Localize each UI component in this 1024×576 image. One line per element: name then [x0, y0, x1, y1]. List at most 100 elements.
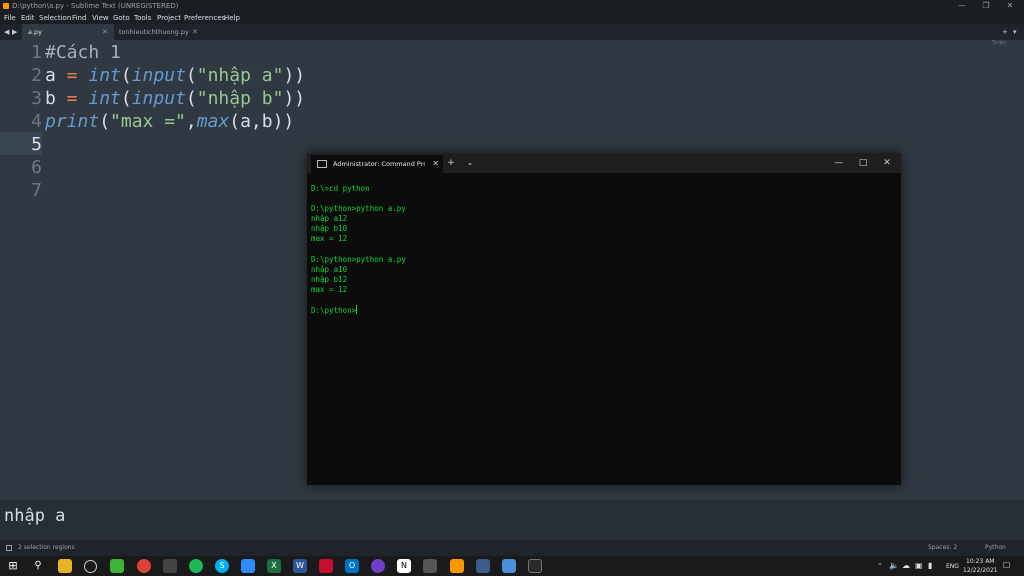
- windows-start-icon[interactable]: ⊞: [6, 559, 20, 573]
- sublime-taskbar-icon[interactable]: [450, 559, 464, 573]
- excel-icon[interactable]: X: [267, 559, 281, 573]
- battery-icon[interactable]: ▮: [928, 561, 932, 570]
- outlook-icon[interactable]: O: [345, 559, 359, 573]
- clock-date[interactable]: 12/22/2021: [963, 567, 998, 574]
- terminal-prompt-line: D:\python>: [311, 305, 406, 316]
- panel-toggle-icon[interactable]: [6, 545, 12, 551]
- menu-project[interactable]: Project: [157, 12, 181, 24]
- code-string: "nhập b": [196, 88, 284, 109]
- terminal-dropdown-icon[interactable]: ⌄: [458, 153, 482, 173]
- notion-icon[interactable]: N: [397, 559, 411, 573]
- chrome-icon[interactable]: [137, 559, 151, 573]
- menu-file[interactable]: File: [4, 12, 16, 24]
- code-line-3: b = int(input("nhập b")): [45, 87, 305, 110]
- line-number: 1: [31, 42, 42, 63]
- menu-tools[interactable]: Tools: [134, 12, 151, 24]
- menu-bar: File Edit Selection Find View Goto Tools…: [0, 12, 1024, 24]
- acrobat-icon[interactable]: [319, 559, 333, 573]
- terminal-close-icon[interactable]: ✕: [875, 153, 899, 173]
- terminal-maximize-icon[interactable]: □: [851, 153, 875, 173]
- menu-help[interactable]: Help: [224, 12, 240, 24]
- word-icon[interactable]: W: [293, 559, 307, 573]
- tab-label: a.py: [28, 28, 43, 36]
- terminal-line: nhập a10: [311, 264, 348, 274]
- terminal-cursor: [356, 305, 358, 315]
- build-output-text: nhập a: [4, 506, 66, 526]
- menu-find[interactable]: Find: [72, 12, 86, 24]
- minimap[interactable]: Tiriệu: [974, 40, 1024, 52]
- volume-icon[interactable]: 🔈: [889, 561, 899, 570]
- search-icon[interactable]: ⚲: [31, 559, 45, 573]
- terminal-tab[interactable]: Administrator: Command Prompt ✕: [311, 155, 443, 173]
- terminal-line: nhập b10: [311, 224, 348, 234]
- tab-close-icon[interactable]: ✕: [102, 24, 108, 40]
- tab-tonhieutichthuong[interactable]: tonhieutichthuong.py ✕: [114, 24, 206, 40]
- cloud-icon[interactable]: ☁: [902, 561, 910, 570]
- network-icon[interactable]: ▣: [915, 561, 923, 570]
- code-paren: (: [185, 88, 197, 109]
- code-paren: (: [120, 65, 132, 86]
- terminal-taskbar-icon[interactable]: [528, 559, 542, 573]
- restore-icon[interactable]: ❐: [974, 0, 998, 12]
- camtasia-icon[interactable]: [110, 559, 124, 573]
- code-function: print: [45, 111, 100, 132]
- tab-bar: ◀ ▶ a.py ✕ tonhieutichthuong.py ✕ + ▾: [0, 24, 1024, 40]
- code-function: input: [131, 88, 186, 109]
- app-icon[interactable]: [84, 560, 97, 573]
- menu-selection[interactable]: Selection: [39, 12, 71, 24]
- code-var: a: [45, 65, 56, 86]
- minimize-icon[interactable]: —: [950, 0, 974, 12]
- status-syntax[interactable]: Python: [985, 540, 1006, 556]
- command-prompt-window[interactable]: Administrator: Command Prompt ✕ + ⌄ — □ …: [307, 153, 901, 485]
- menu-edit[interactable]: Edit: [21, 12, 35, 24]
- app-icon[interactable]: [423, 559, 437, 573]
- app-icon[interactable]: [476, 559, 490, 573]
- code-line-1: #Cách 1: [45, 41, 121, 64]
- minimap-label: Tiriệu: [992, 40, 1006, 46]
- terminal-output[interactable]: D:\>cd python D:\python>python a.py nhập a…: [311, 184, 406, 316]
- close-icon[interactable]: ✕: [998, 0, 1022, 12]
- zoom-icon[interactable]: [241, 559, 255, 573]
- terminal-tab-close-icon[interactable]: ✕: [432, 155, 439, 173]
- build-output-panel: nhập a: [0, 500, 1024, 540]
- app-icon[interactable]: [189, 559, 203, 573]
- snipping-tool-icon[interactable]: [163, 559, 177, 573]
- menu-preferences[interactable]: Preferences: [184, 12, 225, 24]
- status-selection: 2 selection regions: [18, 544, 75, 551]
- menu-view[interactable]: View: [92, 12, 109, 24]
- tab-close-icon[interactable]: ✕: [192, 24, 198, 40]
- code-paren: (: [99, 111, 111, 132]
- tab-prev-icon[interactable]: ◀: [4, 24, 9, 40]
- menu-goto[interactable]: Goto: [113, 12, 130, 24]
- code-paren: (: [120, 88, 132, 109]
- status-spaces[interactable]: Spaces: 2: [928, 540, 957, 556]
- tab-next-icon[interactable]: ▶: [12, 24, 17, 40]
- tray-chevron-icon[interactable]: ⌃: [877, 562, 883, 570]
- skype-icon[interactable]: S: [215, 559, 229, 573]
- terminal-prompt: D:\python>: [311, 306, 357, 316]
- code-var: b: [45, 88, 56, 109]
- terminal-minimize-icon[interactable]: —: [827, 153, 851, 173]
- code-line-2: a = int(input("nhập a")): [45, 64, 305, 87]
- terminal-title-bar: Administrator: Command Prompt ✕ + ⌄ — □ …: [307, 153, 901, 173]
- tab-list-icon[interactable]: ▾: [1013, 24, 1017, 40]
- notification-icon[interactable]: ☐: [1003, 561, 1010, 570]
- terminal-line: max = 12: [311, 284, 348, 294]
- app-icon[interactable]: [502, 559, 516, 573]
- line-number: 2: [31, 65, 42, 86]
- code-function: max: [196, 111, 230, 132]
- clock-time[interactable]: 10:23 AM: [966, 558, 994, 565]
- new-tab-icon[interactable]: +: [1002, 24, 1008, 40]
- tab-a-py[interactable]: a.py ✕: [22, 24, 114, 40]
- file-explorer-icon[interactable]: [58, 559, 72, 573]
- code-string: "nhập a": [196, 65, 284, 86]
- taskbar: ⊞ ⚲ S X W O N ⌃ 🔈 ☁ ▣ ▮ ENG 10:23 AM 12/…: [0, 556, 1024, 576]
- tab-label: tonhieutichthuong.py: [119, 28, 189, 36]
- github-icon[interactable]: [371, 559, 385, 573]
- line-number: 7: [31, 180, 42, 201]
- terminal-icon: [317, 160, 327, 168]
- code-operator: =: [55, 88, 89, 109]
- language-indicator[interactable]: ENG: [946, 563, 959, 570]
